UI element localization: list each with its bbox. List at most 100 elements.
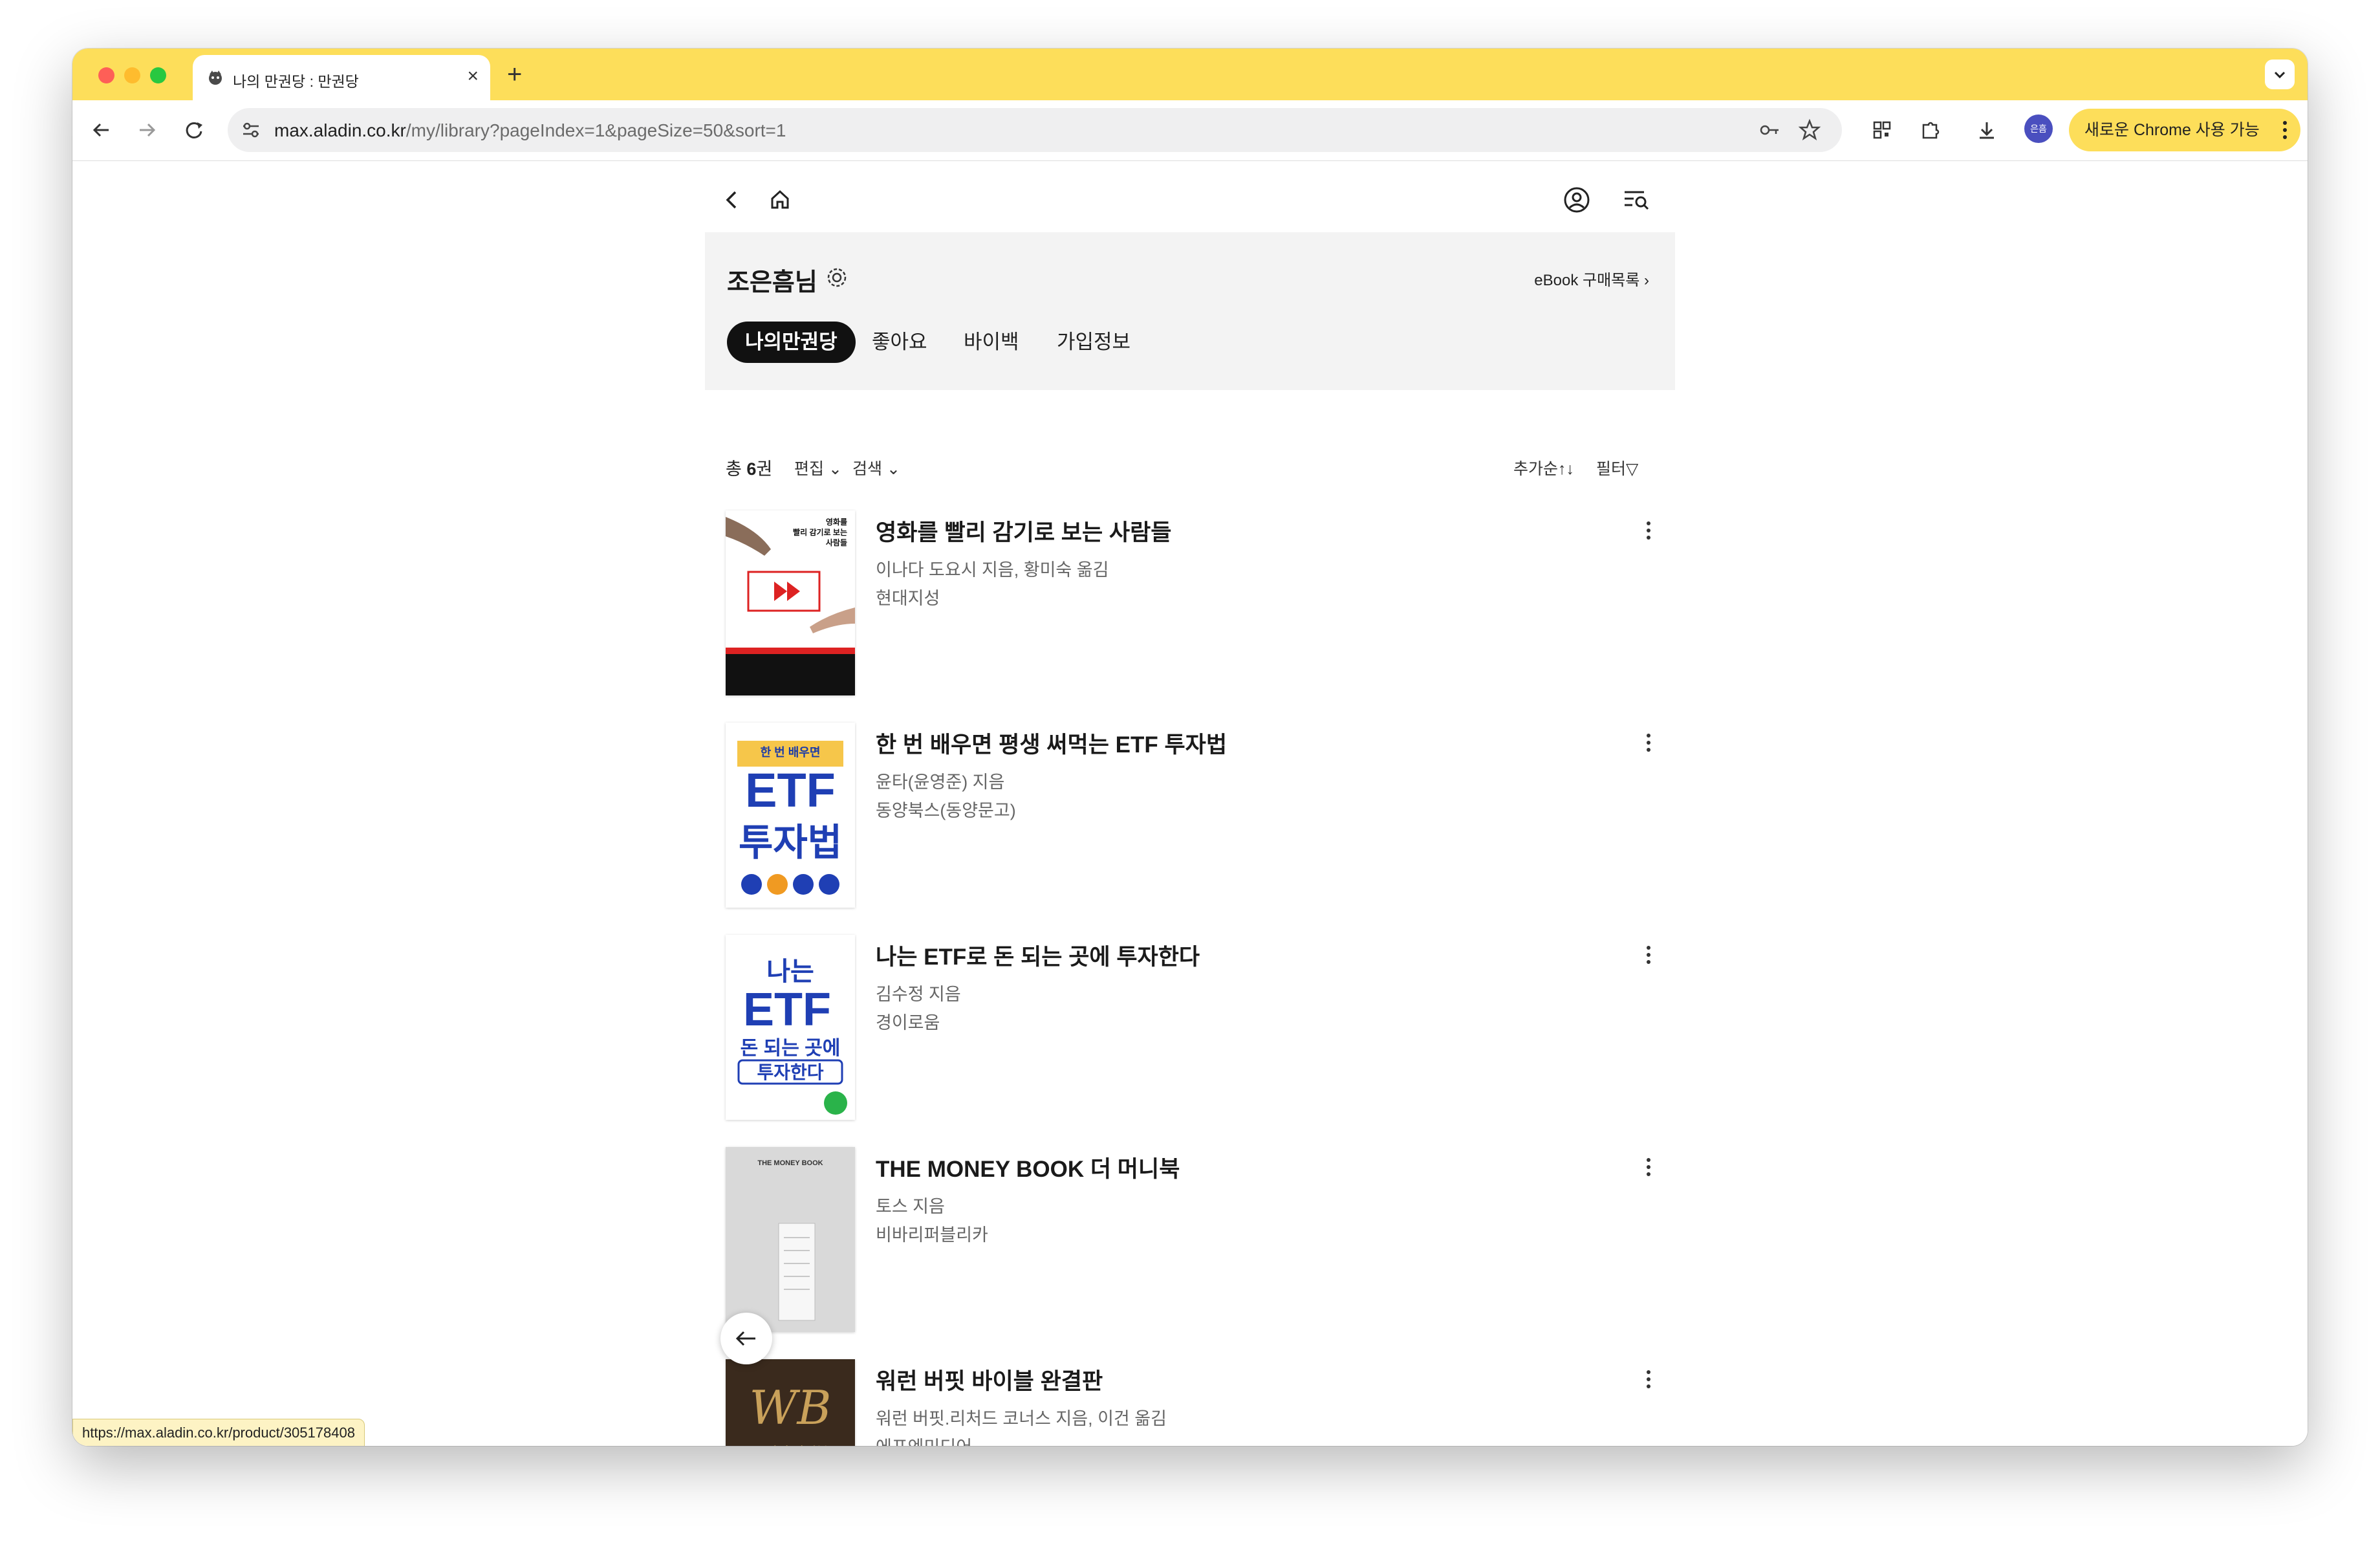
url-path: /my/library?pageIndex=1&pageSize=50&sort…	[406, 120, 786, 140]
floating-back-button[interactable]	[720, 1313, 772, 1364]
chevron-down-icon: ⌄	[882, 460, 900, 478]
bookmark-star-icon[interactable]	[1797, 117, 1823, 143]
svg-text:한 번 배우면: 한 번 배우면	[761, 746, 821, 759]
svg-text:버핏 바이블: 버핏 바이블	[765, 1445, 828, 1446]
book-cover[interactable]: THE MONEY BOOK	[726, 1147, 855, 1332]
chevron-down-icon: ⌄	[824, 460, 842, 478]
tab-membership[interactable]: 가입정보	[1057, 322, 1130, 363]
gear-icon[interactable]	[824, 265, 850, 290]
book-cover[interactable]: 나는 ETF 돈 되는 곳에 투자한다	[726, 935, 855, 1120]
download-icon[interactable]	[1973, 116, 2001, 144]
svg-text:돈 되는 곳에: 돈 되는 곳에	[741, 1038, 841, 1059]
filter-label: 필터	[1596, 460, 1627, 478]
menu-search-icon[interactable]	[1618, 182, 1654, 218]
tab-strip: 나의 만권당 : 만권당 × +	[72, 49, 2308, 100]
more-vert-icon[interactable]	[1645, 1157, 1652, 1177]
book-publisher: 현대지성	[876, 589, 940, 608]
book-title[interactable]: 워런 버핏 바이블 완결판	[876, 1363, 1103, 1396]
total-count: 총 6권	[726, 455, 772, 480]
book-title[interactable]: 영화를 빨리 감기로 보는 사람들	[876, 514, 1172, 547]
book-publisher: 에프엔미디어	[876, 1433, 972, 1446]
tab-close-icon[interactable]: ×	[467, 65, 479, 87]
chrome-update-button[interactable]: 새로운 Chrome 사용 가능	[2069, 109, 2300, 151]
cover-art-1: 영화를 빨리 감기로 보는 사람들	[726, 510, 855, 695]
search-label: 검색	[852, 460, 883, 478]
tab-buyback[interactable]: 바이백	[964, 322, 1019, 363]
back-chevron-icon[interactable]	[714, 182, 750, 218]
chevron-right-icon: ›	[1644, 272, 1649, 289]
svg-text:WB: WB	[750, 1381, 832, 1435]
book-cover[interactable]: 한 번 배우면 ETF 투자법	[726, 723, 855, 908]
user-name: 조은흠님	[727, 269, 817, 296]
home-icon[interactable]	[762, 182, 798, 218]
book-title[interactable]: 한 번 배우면 평생 써먹는 ETF 투자법	[876, 727, 1227, 760]
qr-code-icon[interactable]	[1868, 116, 1896, 144]
profile-avatar[interactable]: 은흠	[2024, 115, 2053, 143]
back-arrow-icon[interactable]	[87, 116, 115, 144]
total-prefix: 총	[726, 459, 747, 479]
browser-window: 나의 만권당 : 만권당 × + max.aladin.co.kr/my/lib…	[72, 49, 2308, 1446]
total-number: 6	[746, 459, 757, 479]
search-dropdown[interactable]: 검색 ⌄	[852, 456, 900, 479]
book-author: 김수정 지음	[876, 985, 961, 1004]
ebook-purchase-label: eBook 구매목록	[1534, 272, 1640, 289]
more-vert-icon	[2283, 121, 2287, 139]
book-author: 토스 지음	[876, 1197, 945, 1216]
maximize-window-button[interactable]	[150, 67, 166, 83]
tab-likes[interactable]: 좋아요	[872, 322, 927, 363]
tab-my-library[interactable]: 나의만권당	[727, 322, 856, 363]
book-author: 이나다 도요시 지음, 황미숙 옮김	[876, 560, 1109, 580]
list-item[interactable]: THE MONEY BOOK THE MONEY BOOK 더 머니북 토스 지…	[705, 1147, 1675, 1335]
link-status-bar: https://max.aladin.co.kr/product/3051784…	[72, 1419, 365, 1446]
book-author: 윤타(윤영준) 지음	[876, 772, 1005, 792]
more-vert-icon[interactable]	[1645, 945, 1652, 965]
list-item[interactable]: 영화를 빨리 감기로 보는 사람들 영화를 빨리 감기로 보는 사람들 이나다 …	[705, 510, 1675, 698]
more-vert-icon[interactable]	[1645, 1370, 1652, 1389]
svg-text:투자법: 투자법	[739, 822, 842, 864]
svg-text:THE MONEY BOOK: THE MONEY BOOK	[757, 1159, 823, 1167]
chrome-update-label: 새로운 Chrome 사용 가능	[2084, 121, 2260, 139]
browser-tab-active[interactable]: 나의 만권당 : 만권당 ×	[193, 55, 490, 100]
svg-text:빨리 감기로 보는: 빨리 감기로 보는	[793, 527, 847, 537]
minimize-window-button[interactable]	[124, 67, 140, 83]
book-title[interactable]: 나는 ETF로 돈 되는 곳에 투자한다	[876, 939, 1200, 972]
more-vert-icon[interactable]	[1645, 733, 1652, 752]
filter-funnel-icon: ▽	[1626, 460, 1639, 478]
edit-label: 편집	[794, 460, 825, 478]
user-account-icon[interactable]	[1559, 182, 1595, 218]
close-window-button[interactable]	[98, 67, 114, 83]
list-header: 총 6권 편집 ⌄ 검색 ⌄ 추가순↑↓ 필터▽	[705, 455, 1675, 481]
page-content: 조은흠님 eBook 구매목록 › 나의만권당 좋아요 바이백 가입정보 총 6…	[72, 161, 2308, 1446]
book-publisher: 동양북스(동양문고)	[876, 801, 1016, 820]
new-tab-button[interactable]: +	[507, 60, 522, 89]
list-item[interactable]: 한 번 배우면 ETF 투자법 한 번 배우면 평생 써먹는 ETF 투자법 윤…	[705, 723, 1675, 910]
address-bar[interactable]: max.aladin.co.kr/my/library?pageIndex=1&…	[228, 108, 1842, 152]
forward-arrow-icon[interactable]	[133, 116, 162, 144]
book-author: 워런 버핏.리처드 코너스 지음, 이건 옮김	[876, 1409, 1167, 1428]
svg-text:투자한다: 투자한다	[757, 1062, 823, 1082]
svg-text:사람들: 사람들	[826, 538, 847, 547]
sort-button[interactable]: 추가순↑↓	[1513, 456, 1574, 479]
tab-search-button[interactable]	[2265, 60, 2295, 89]
site-settings-icon[interactable]	[239, 118, 263, 142]
edit-dropdown[interactable]: 편집 ⌄	[794, 456, 842, 479]
book-cover[interactable]: 영화를 빨리 감기로 보는 사람들	[726, 510, 855, 695]
chevron-down-icon	[2274, 71, 2286, 79]
reload-icon[interactable]	[180, 116, 208, 144]
extensions-puzzle-icon[interactable]	[1916, 116, 1944, 144]
book-title[interactable]: THE MONEY BOOK 더 머니북	[876, 1151, 1180, 1184]
more-vert-icon[interactable]	[1645, 521, 1652, 540]
password-key-icon[interactable]	[1757, 117, 1782, 143]
book-publisher: 비바리퍼블리카	[876, 1225, 988, 1245]
aladin-favicon-icon	[209, 71, 222, 85]
url-text[interactable]: max.aladin.co.kr/my/library?pageIndex=1&…	[274, 120, 786, 141]
total-suffix: 권	[756, 459, 773, 479]
book-cover[interactable]: WB 버핏 바이블	[726, 1359, 855, 1446]
cover-art-3: 나는 ETF 돈 되는 곳에 투자한다	[726, 935, 855, 1120]
sort-arrows-icon: ↑↓	[1558, 460, 1575, 478]
ebook-purchase-link[interactable]: eBook 구매목록 ›	[1534, 267, 1649, 290]
list-item[interactable]: 나는 ETF 돈 되는 곳에 투자한다 나는 ETF로 돈 되는 곳에 투자한다…	[705, 935, 1675, 1122]
cover-art-4: THE MONEY BOOK	[726, 1147, 855, 1332]
list-item[interactable]: WB 버핏 바이블 워런 버핏 바이블 완결판 워런 버핏.리처드 코너스 지음…	[705, 1359, 1675, 1446]
filter-button[interactable]: 필터▽	[1596, 456, 1638, 479]
